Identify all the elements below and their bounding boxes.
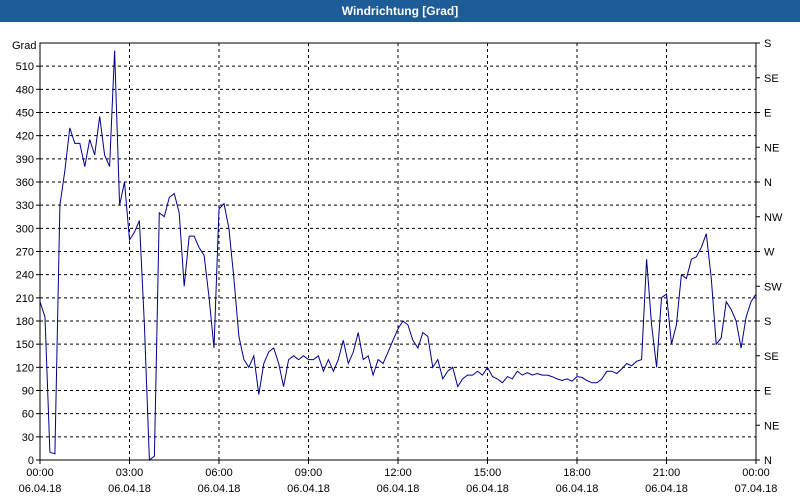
x-tick-time: 00:00 bbox=[742, 467, 770, 479]
x-tick-date: 06.04.18 bbox=[287, 483, 330, 495]
y-tick-label: 360 bbox=[16, 177, 34, 189]
x-tick-time: 21:00 bbox=[653, 467, 681, 479]
chart-title: Windrichtung [Grad] bbox=[0, 0, 800, 22]
y-tick-label: 450 bbox=[16, 108, 34, 120]
x-tick-date: 06.04.18 bbox=[19, 483, 62, 495]
y-tick-label: 390 bbox=[16, 154, 34, 166]
right-tick-label: N bbox=[764, 177, 772, 189]
right-tick-label: W bbox=[764, 247, 775, 259]
right-tick-label: NE bbox=[764, 142, 779, 154]
x-tick-time: 12:00 bbox=[384, 467, 412, 479]
right-tick-label: S bbox=[764, 316, 771, 328]
x-tick-time: 03:00 bbox=[116, 467, 144, 479]
y-tick-label: 330 bbox=[16, 200, 34, 212]
x-tick-time: 18:00 bbox=[563, 467, 591, 479]
right-tick-label: S bbox=[764, 38, 771, 50]
y-tick-label: 240 bbox=[16, 270, 34, 282]
x-tick-date: 06.04.18 bbox=[108, 483, 151, 495]
line-chart: 0 30 60 90 120 150 180 210 240 270 300 330 360 390 420… bbox=[12, 38, 783, 495]
right-tick-label: NW bbox=[764, 212, 783, 224]
y-tick-label: 180 bbox=[16, 316, 34, 328]
x-tick-time: 06:00 bbox=[205, 467, 233, 479]
y-tick-label: 480 bbox=[16, 84, 34, 96]
y-tick-label: 0 bbox=[28, 455, 34, 467]
x-tick-date: 06.04.18 bbox=[556, 483, 599, 495]
right-tick-label: E bbox=[764, 108, 771, 120]
axes: 0 30 60 90 120 150 180 210 240 270 300 330 360 390 420… bbox=[16, 38, 783, 495]
right-tick-label: E bbox=[764, 386, 771, 398]
y-tick-label: 150 bbox=[16, 339, 34, 351]
x-tick-date: 06.04.18 bbox=[198, 483, 241, 495]
x-tick-time: 15:00 bbox=[474, 467, 502, 479]
y-tick-label: 300 bbox=[16, 223, 34, 235]
right-tick-label: SE bbox=[764, 73, 779, 85]
y-tick-label: 120 bbox=[16, 362, 34, 374]
x-tick-time: 09:00 bbox=[295, 467, 323, 479]
right-tick-label: N bbox=[764, 455, 772, 467]
x-tick-time: 00:00 bbox=[26, 467, 54, 479]
right-tick-label: SE bbox=[764, 351, 779, 363]
x-tick-date: 07.04.18 bbox=[735, 483, 778, 495]
y-tick-label: 30 bbox=[22, 432, 34, 444]
y-tick-label: 210 bbox=[16, 293, 34, 305]
y-tick-label: 420 bbox=[16, 131, 34, 143]
x-tick-date: 06.04.18 bbox=[466, 483, 509, 495]
right-tick-label: SW bbox=[764, 281, 782, 293]
y-tick-label: 510 bbox=[16, 61, 34, 73]
y-tick-label: 60 bbox=[22, 409, 34, 421]
y-tick-label: 270 bbox=[16, 247, 34, 259]
x-tick-date: 06.04.18 bbox=[645, 483, 688, 495]
x-tick-date: 06.04.18 bbox=[377, 483, 420, 495]
y-axis-label: Grad bbox=[12, 40, 36, 52]
right-tick-label: NE bbox=[764, 420, 779, 432]
y-tick-label: 90 bbox=[22, 386, 34, 398]
